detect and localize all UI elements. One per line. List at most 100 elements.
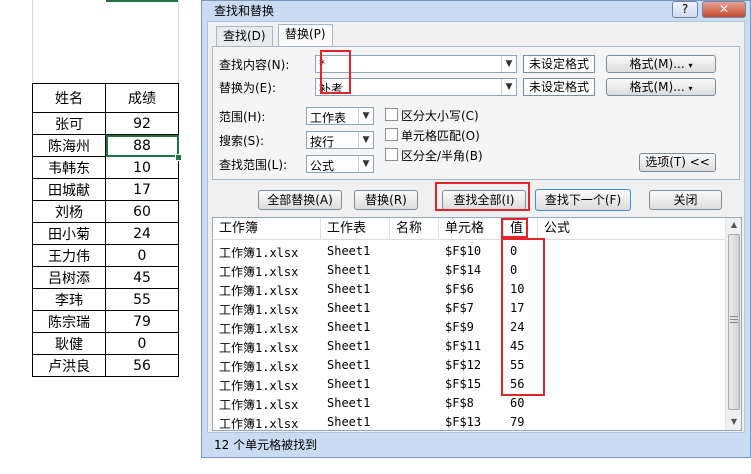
col-header-value[interactable]: 值 <box>504 218 538 240</box>
cell-name[interactable]: 吕树添 <box>32 266 106 289</box>
replace-format-button[interactable]: 格式(M)... ▾ <box>606 78 716 96</box>
dialog-titlebar[interactable]: 查找和替换 ? ✕ <box>202 1 750 20</box>
result-row[interactable]: 工作簿1.xlsx Sheet1 $F$6 10 <box>213 280 725 299</box>
chevron-down-icon[interactable]: ▼ <box>501 79 516 95</box>
cell-name[interactable]: 刘杨 <box>32 200 106 223</box>
col-header-name[interactable]: 名称 <box>390 218 439 240</box>
sheet-row: 刘杨 60 <box>32 200 179 223</box>
status-text: 12 个单元格被找到 <box>214 438 318 452</box>
cell-score[interactable]: 0 <box>105 244 179 267</box>
result-row[interactable]: 工作簿1.xlsx Sheet1 $F$9 24 <box>213 318 725 337</box>
cell-score[interactable]: 10 <box>105 156 179 179</box>
replace-all-button[interactable]: 全部替换(A) <box>258 190 342 210</box>
sheet-row: 吕树添 45 <box>32 266 179 289</box>
chevron-down-icon[interactable]: ▼ <box>501 56 516 72</box>
col-header-formula[interactable]: 公式 <box>538 218 725 240</box>
cell-score[interactable]: 45 <box>105 266 179 289</box>
result-value: 0 <box>510 263 518 277</box>
cell-name[interactable]: 田城献 <box>32 178 106 201</box>
help-button[interactable]: ? <box>672 1 698 18</box>
cell-name[interactable]: 张可 <box>32 112 106 135</box>
match-case-checkbox[interactable] <box>385 108 398 121</box>
chevron-down-icon[interactable]: ▼ <box>358 132 373 148</box>
cell-score[interactable]: 0 <box>105 332 179 355</box>
result-row[interactable]: 工作簿1.xlsx Sheet1 $F$8 60 <box>213 394 725 413</box>
cell-score[interactable]: 88 <box>105 134 179 157</box>
result-row[interactable]: 工作簿1.xlsx Sheet1 $F$14 0 <box>213 261 725 280</box>
sheet-row: 韦韩东 10 <box>32 156 179 179</box>
lookin-select[interactable]: 公式 ▼ <box>306 155 374 173</box>
scroll-down-icon[interactable]: ▼ <box>726 415 741 429</box>
col-header-cell[interactable]: 单元格 <box>439 218 504 240</box>
replace-format-label: 格式(M)... <box>629 80 685 94</box>
replace-input[interactable]: 补考 ▼ <box>315 78 517 96</box>
cell-score[interactable]: 79 <box>105 310 179 333</box>
result-workbook: 工作簿1.xlsx <box>219 417 299 431</box>
result-row[interactable]: 工作簿1.xlsx Sheet1 $F$11 45 <box>213 337 725 356</box>
find-input[interactable]: * ▼ <box>315 55 517 73</box>
result-value: 79 <box>510 415 525 429</box>
find-all-button[interactable]: 查找全部(I) <box>442 190 526 210</box>
tab-replace[interactable]: 替换(P) <box>278 24 333 47</box>
result-row[interactable]: 工作簿1.xlsx Sheet1 $F$15 56 <box>213 375 725 394</box>
vertical-scrollbar[interactable]: ▲ ▼ <box>725 218 741 430</box>
cell-name[interactable]: 韦韩东 <box>32 156 106 179</box>
tab-find[interactable]: 查找(D) <box>216 26 273 46</box>
result-value: 55 <box>510 358 525 372</box>
result-sheet: Sheet1 <box>327 358 371 372</box>
result-cell: $F$9 <box>445 320 474 334</box>
result-value: 10 <box>510 282 525 296</box>
cell-name[interactable]: 田小菊 <box>32 222 106 245</box>
lookin-label: 查找范围(L): <box>219 158 288 172</box>
replace-button[interactable]: 替换(R) <box>354 190 418 210</box>
results-list[interactable]: 工作簿 工作表 名称 单元格 值 公式 工作簿1.xlsx Sheet1 $F$10… <box>212 217 742 431</box>
result-sheet: Sheet1 <box>327 282 371 296</box>
fill-handle[interactable] <box>175 154 182 161</box>
search-value: 按行 <box>310 135 335 149</box>
result-sheet: Sheet1 <box>327 396 371 410</box>
grip-line <box>730 316 738 317</box>
cell-score[interactable]: 17 <box>105 178 179 201</box>
result-cell: $F$13 <box>445 415 482 429</box>
result-row[interactable]: 工作簿1.xlsx Sheet1 $F$12 55 <box>213 356 725 375</box>
cell-score[interactable]: 55 <box>105 288 179 311</box>
result-sheet: Sheet1 <box>327 263 371 277</box>
match-width-checkbox[interactable] <box>385 148 398 161</box>
cell-name[interactable]: 陈宗瑞 <box>32 310 106 333</box>
cell-score[interactable]: 56 <box>105 354 179 377</box>
sheet-row: 陈海州 88 <box>32 134 179 157</box>
close-button[interactable]: 关闭 <box>649 190 722 210</box>
within-select[interactable]: 工作表 ▼ <box>306 107 374 125</box>
header-score[interactable]: 成绩 <box>105 83 179 113</box>
close-window-button[interactable]: ✕ <box>702 1 746 18</box>
dialog-client: 查找(D) 替换(P) 查找内容(N): * ▼ 未设定格式 格式(M)... … <box>207 21 745 452</box>
result-cell: $F$15 <box>445 377 482 391</box>
cell-score[interactable]: 92 <box>105 112 179 135</box>
col-header-sheet[interactable]: 工作表 <box>321 218 390 240</box>
find-format-button[interactable]: 格式(M)... ▾ <box>606 55 716 73</box>
within-label: 范围(H): <box>219 110 266 124</box>
result-row[interactable]: 工作簿1.xlsx Sheet1 $F$10 0 <box>213 242 725 261</box>
match-cell-checkbox[interactable] <box>385 128 398 141</box>
scroll-up-icon[interactable]: ▲ <box>726 218 741 232</box>
cell-score[interactable]: 24 <box>105 222 179 245</box>
result-value: 45 <box>510 339 525 353</box>
chevron-down-icon[interactable]: ▼ <box>358 108 373 124</box>
header-name[interactable]: 姓名 <box>32 83 106 113</box>
cell-name[interactable]: 李玮 <box>32 288 106 311</box>
cell-name[interactable]: 耿健 <box>32 332 106 355</box>
search-select[interactable]: 按行 ▼ <box>306 131 374 149</box>
find-next-button[interactable]: 查找下一个(F) <box>535 189 631 211</box>
cell-score[interactable]: 60 <box>105 200 179 223</box>
col-header-workbook[interactable]: 工作簿 <box>213 218 321 240</box>
result-row[interactable]: 工作簿1.xlsx Sheet1 $F$7 17 <box>213 299 725 318</box>
cell-name[interactable]: 陈海州 <box>32 134 106 157</box>
cell-name[interactable]: 王力伟 <box>32 244 106 267</box>
chevron-down-icon[interactable]: ▼ <box>358 156 373 172</box>
result-cell: $F$6 <box>445 282 474 296</box>
result-row[interactable]: 工作簿1.xlsx Sheet1 $F$13 79 <box>213 413 725 431</box>
results-header: 工作簿 工作表 名称 单元格 值 公式 <box>213 218 725 240</box>
cell-name[interactable]: 卢洪良 <box>32 354 106 377</box>
options-button[interactable]: 选项(T) << <box>639 153 716 172</box>
search-label: 搜索(S): <box>219 134 265 148</box>
